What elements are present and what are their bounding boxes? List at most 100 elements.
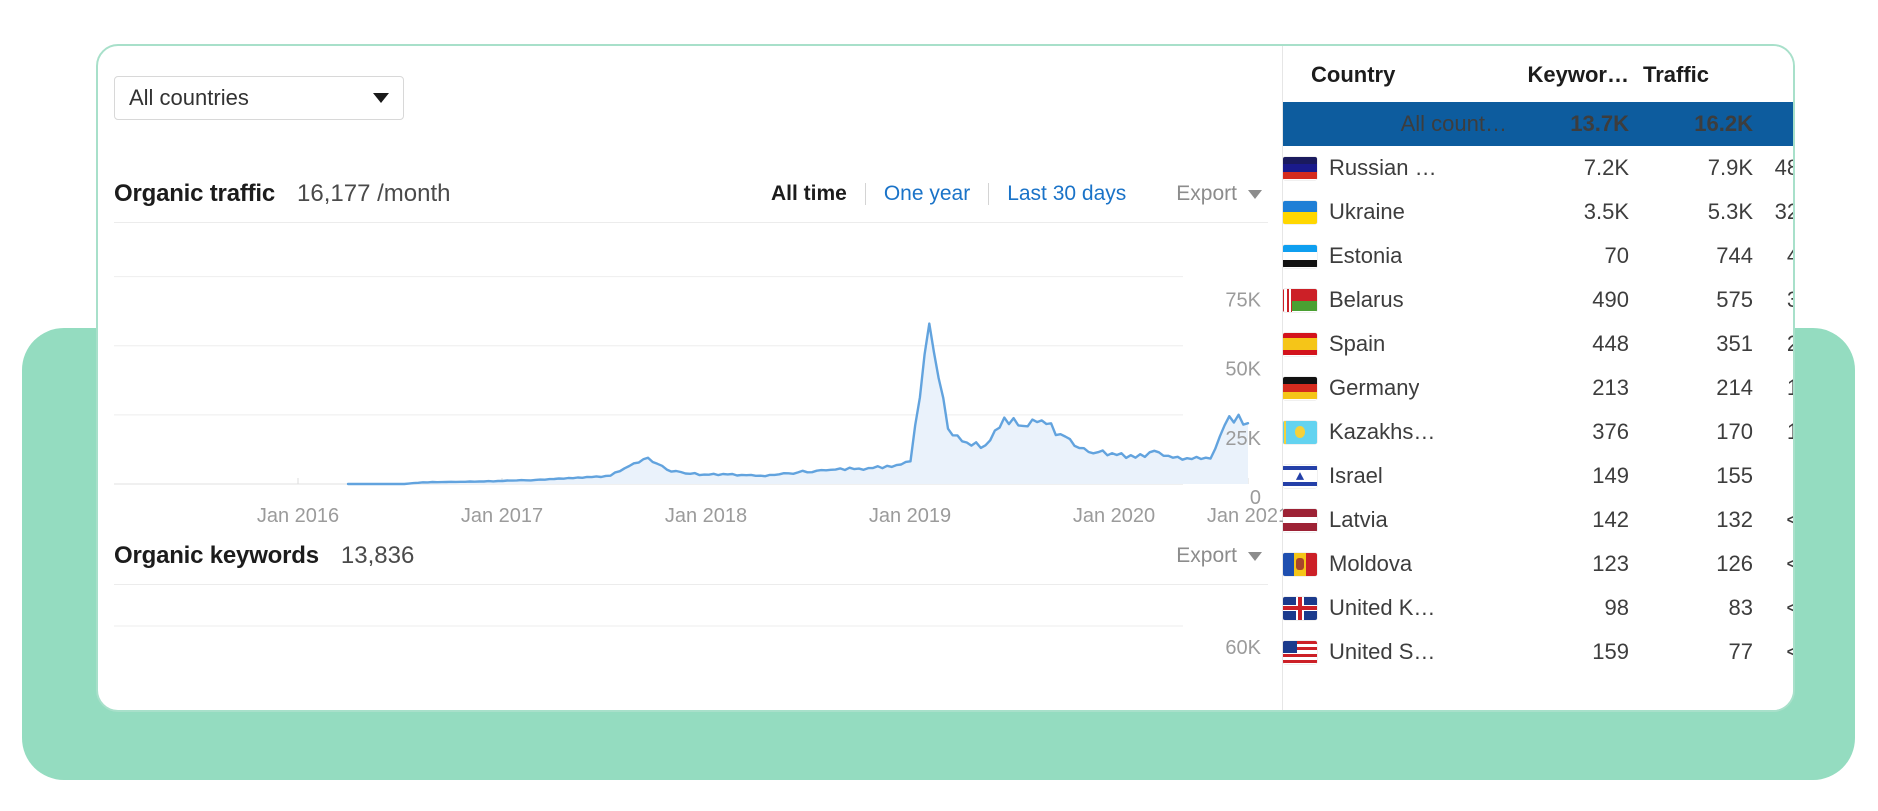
cell-keywords[interactable]: 159: [1507, 630, 1629, 674]
cell-keywords[interactable]: 149: [1507, 454, 1629, 498]
cell-keywords[interactable]: 123: [1507, 542, 1629, 586]
cell-share: [1753, 102, 1793, 146]
cell-country: Ukraine: [1283, 190, 1507, 234]
chevron-down-icon: [373, 93, 389, 103]
cell-keywords[interactable]: 7.2K: [1507, 146, 1629, 190]
cell-share: 1.3%: [1753, 366, 1793, 410]
column-header-traffic[interactable]: Traffic: [1629, 46, 1753, 102]
cell-traffic: 351: [1716, 331, 1753, 356]
country-name: Estonia: [1329, 243, 1403, 268]
cell-share: < 1%: [1753, 498, 1793, 542]
cell-keywords[interactable]: 490: [1507, 278, 1629, 322]
cell-share: 4.6%: [1753, 234, 1793, 278]
cell-country: Russian …: [1283, 146, 1507, 190]
cell-keywords[interactable]: 13.7K: [1507, 102, 1629, 146]
svg-text:75K: 75K: [1225, 290, 1261, 312]
chart-panel: All countries Organic traffic 16,177 /mo…: [98, 46, 1283, 710]
table-row[interactable]: Latvia 142 132< 1%: [1283, 498, 1793, 542]
country-table-body: All count… 13.7K 16.2K Russian … 7.2K 7.9K 4…: [1283, 102, 1793, 674]
table-row[interactable]: Ukraine 3.5K 5.3K 32.9%: [1283, 190, 1793, 234]
cell-keywords[interactable]: 70: [1507, 234, 1629, 278]
table-row[interactable]: Spain 448 3512.2%: [1283, 322, 1793, 366]
traffic-header-divider: [114, 222, 1268, 223]
country-name: Kazakhs…: [1329, 419, 1436, 444]
cell-country: Belarus: [1283, 278, 1507, 322]
table-row[interactable]: Germany 213 2141.3%: [1283, 366, 1793, 410]
column-header-country[interactable]: Country: [1283, 46, 1507, 102]
export-keywords-button[interactable]: Export: [1176, 544, 1262, 568]
country-name: Russian …: [1329, 155, 1437, 180]
table-row[interactable]: Moldova 123 126< 1%: [1283, 542, 1793, 586]
cell-traffic: 7.9K: [1707, 155, 1753, 180]
cell-keywords[interactable]: 3.5K: [1507, 190, 1629, 234]
svg-text:25K: 25K: [1225, 428, 1261, 450]
column-header-keywords[interactable]: Keywor…: [1507, 46, 1629, 102]
organic-keywords-value: 13,836: [340, 542, 415, 569]
country-name: United K…: [1329, 595, 1436, 620]
cell-traffic: 132: [1716, 507, 1753, 532]
keywords-chart-svg: 60K: [114, 625, 1262, 659]
cell-traffic: 126: [1716, 551, 1753, 576]
cell-traffic: 744: [1716, 243, 1753, 268]
table-row[interactable]: Kazakhs… 376 1701.1%: [1283, 410, 1793, 454]
time-range-all-time[interactable]: All time: [753, 182, 865, 206]
table-header-row: Country Keywor… Traffic: [1283, 46, 1793, 102]
svg-text:Jan 2020: Jan 2020: [1073, 505, 1155, 527]
cell-keywords[interactable]: 213: [1507, 366, 1629, 410]
cell-share: < 1%: [1753, 630, 1793, 674]
chevron-down-icon: [1248, 189, 1262, 199]
cell-keywords[interactable]: 98: [1507, 586, 1629, 630]
country-name: Israel: [1329, 463, 1383, 488]
cell-keywords[interactable]: 376: [1507, 410, 1629, 454]
cell-share: 48.7%: [1774, 155, 1793, 180]
cell-keywords[interactable]: 448: [1507, 322, 1629, 366]
flag-icon-spain: [1283, 332, 1317, 356]
svg-text:Jan 2016: Jan 2016: [257, 505, 339, 527]
cell-keywords[interactable]: 142: [1507, 498, 1629, 542]
cell-country: All count…: [1400, 111, 1507, 136]
cell-country: Moldova: [1283, 542, 1507, 586]
export-traffic-button[interactable]: Export: [1176, 182, 1262, 206]
table-row[interactable]: Estonia 70 7444.6%: [1283, 234, 1793, 278]
table-row-selected[interactable]: All count… 13.7K 16.2K: [1283, 102, 1793, 146]
cell-traffic: 575: [1716, 287, 1753, 312]
table-row[interactable]: Belarus 490 5753.6%: [1283, 278, 1793, 322]
table-row[interactable]: United K… 98 83< 1%: [1283, 586, 1793, 630]
time-range-one-year[interactable]: One year: [866, 182, 988, 206]
country-name: Belarus: [1329, 287, 1404, 312]
flag-icon-usa: [1283, 640, 1317, 664]
export-traffic-label: Export: [1176, 182, 1237, 205]
cell-traffic: 77: [1728, 639, 1753, 664]
cell-traffic: 170: [1716, 419, 1753, 444]
cell-country: Estonia: [1283, 234, 1507, 278]
time-range-selector: All time One year Last 30 days: [753, 182, 1144, 206]
cell-country: United K…: [1283, 586, 1507, 630]
table-row[interactable]: Israel 149 1551%: [1283, 454, 1793, 498]
flag-icon-estonia: [1283, 244, 1317, 268]
organic-keywords-chart: 60K: [98, 590, 1283, 710]
svg-text:Jan 2017: Jan 2017: [461, 505, 543, 527]
organic-keywords-header: Organic keywords 13,836 Export: [98, 534, 1282, 578]
table-row[interactable]: Russian … 7.2K 7.9K 48.7%: [1283, 146, 1793, 190]
organic-traffic-chart: 0 25K 50K 75K Jan 2016 Jan 2017 Jan 2018 Jan 2…: [98, 228, 1283, 528]
flag-icon-israel: [1283, 464, 1317, 488]
cell-share: < 1%: [1753, 542, 1793, 586]
time-range-last-30-days[interactable]: Last 30 days: [989, 182, 1144, 206]
flag-icon-kazakhstan: [1283, 420, 1317, 444]
svg-text:50K: 50K: [1225, 359, 1261, 381]
svg-text:60K: 60K: [1225, 637, 1261, 659]
traffic-area: [348, 323, 1248, 484]
organic-traffic-title: Organic traffic: [114, 180, 276, 207]
flag-icon-latvia: [1283, 508, 1317, 532]
svg-text:Jan 2021: Jan 2021: [1207, 505, 1283, 527]
cell-country: Kazakhs…: [1283, 410, 1507, 454]
flag-icon-ukraine: [1283, 200, 1317, 224]
country-name: Ukraine: [1329, 199, 1405, 224]
cell-traffic: 5.3K: [1707, 199, 1753, 224]
table-row[interactable]: United S… 159 77< 1%: [1283, 630, 1793, 674]
cell-country: United S…: [1283, 630, 1507, 674]
export-keywords-label: Export: [1176, 544, 1237, 567]
flag-icon-belarus: [1283, 288, 1317, 312]
country-filter-dropdown[interactable]: All countries: [114, 76, 404, 120]
cell-country: Israel: [1283, 454, 1507, 498]
